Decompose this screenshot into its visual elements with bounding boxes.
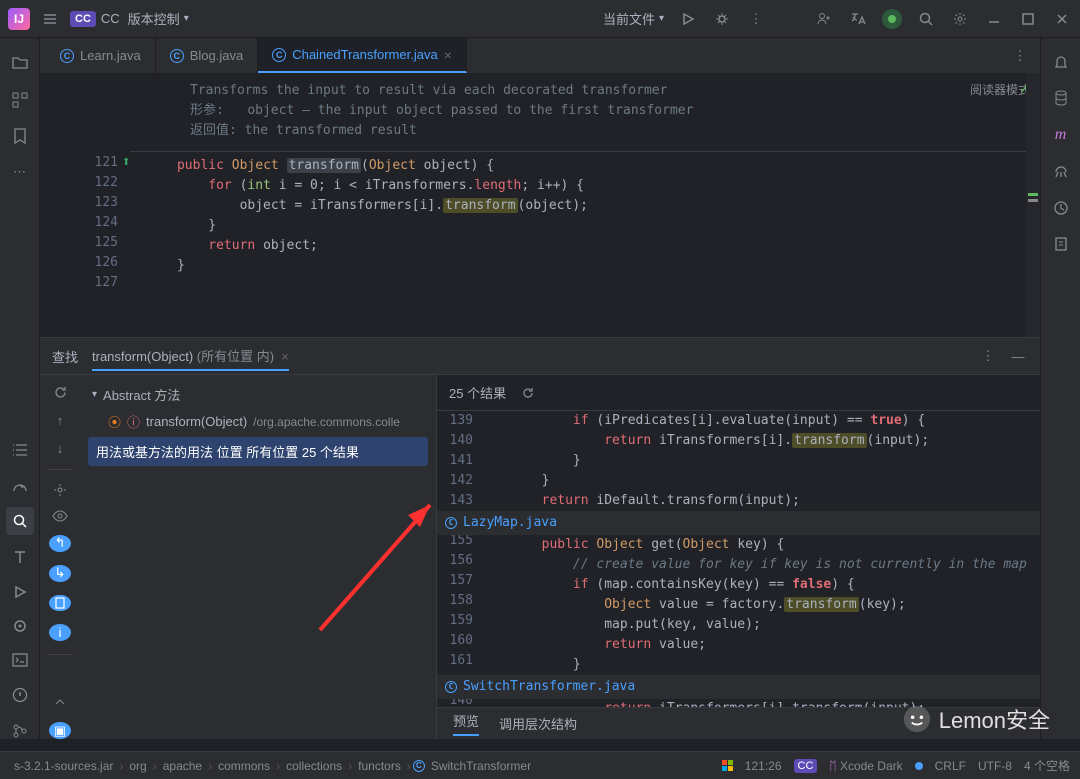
preview-code[interactable]: 139140141142143 155156157158159160161 14… xyxy=(437,411,1040,707)
minimize-icon[interactable] xyxy=(984,9,1004,29)
meter-icon[interactable] xyxy=(12,477,28,493)
tree-method-item[interactable]: ⦿ ⓘ transform(Object) /org.apache.common… xyxy=(80,408,436,435)
close-tab-icon[interactable]: × xyxy=(444,47,452,63)
up-icon[interactable]: ↑ xyxy=(57,413,64,428)
close-icon[interactable] xyxy=(1052,9,1072,29)
tree-selected-summary[interactable]: 用法或基方法的用法 位置 所有位置 25 个结果 xyxy=(88,437,428,466)
git-icon[interactable] xyxy=(12,723,28,739)
preview-tab-hierarchy[interactable]: 调用层次结构 xyxy=(499,714,577,733)
find-tool-icon[interactable] xyxy=(6,507,34,535)
filter-back-icon[interactable]: ↰ xyxy=(49,535,71,552)
status-bar: s-3.2.1-sources.jar› org› apache› common… xyxy=(0,751,1080,779)
java-class-icon: C xyxy=(60,49,74,63)
maven-icon[interactable]: m xyxy=(1055,126,1067,144)
usages-preview: 25 个结果 139140141142143 15515615715815916… xyxy=(436,375,1040,739)
problems-icon[interactable] xyxy=(12,687,28,703)
terminal-icon[interactable] xyxy=(12,653,28,667)
filter-info-icon[interactable]: i xyxy=(49,624,71,641)
text-tool-icon[interactable] xyxy=(13,549,27,565)
breadcrumb[interactable]: s-3.2.1-sources.jar› org› apache› common… xyxy=(10,759,535,773)
find-label: 查找 xyxy=(52,347,78,366)
translate-icon[interactable] xyxy=(848,9,868,29)
refresh-icon[interactable] xyxy=(53,385,68,400)
cursor-position[interactable]: 121:26 xyxy=(745,759,782,773)
preview-file-switchtransformer[interactable]: CSwitchTransformer.java xyxy=(437,675,1040,699)
find-query[interactable]: transform(Object) (所有位置 内) × xyxy=(92,342,289,371)
usages-toolbar: ↑ ↓ ↰ ↳ i ▣ xyxy=(40,375,80,739)
collapse-icon[interactable] xyxy=(53,695,67,709)
tab-learn[interactable]: CLearn.java xyxy=(46,38,156,73)
settings-tool-icon[interactable] xyxy=(53,483,67,497)
preview-tab-preview[interactable]: 预览 xyxy=(453,711,479,736)
eye-icon[interactable] xyxy=(52,510,68,522)
tab-more-icon[interactable]: ⋮ xyxy=(1010,46,1030,66)
right-tool-column: m xyxy=(1040,38,1080,739)
add-user-icon[interactable] xyxy=(814,9,834,29)
windows-icon[interactable] xyxy=(722,760,733,771)
run-icon[interactable] xyxy=(678,9,698,29)
usages-panel: ↑ ↓ ↰ ↳ i ▣ ▾Abstract 方法 ⦿ ⓘ transf xyxy=(40,375,1040,739)
method-icon: ⦿ xyxy=(108,412,121,431)
refresh-results-icon[interactable] xyxy=(518,383,538,403)
code-content[interactable]: Transforms the input to result via each … xyxy=(130,73,1040,337)
find-hide-icon[interactable]: — xyxy=(1008,346,1028,366)
encoding[interactable]: UTF-8 xyxy=(978,759,1012,773)
tab-blog[interactable]: CBlog.java xyxy=(156,38,258,73)
left-tool-column: ⋯ xyxy=(0,38,40,739)
project-name: CC xyxy=(101,11,120,26)
preview-toggle-icon[interactable]: ▣ xyxy=(49,722,71,739)
javadoc: Transforms the input to result via each … xyxy=(130,73,1040,149)
debug-icon[interactable] xyxy=(712,9,732,29)
activity-icon[interactable] xyxy=(1053,200,1069,216)
debug-tool-icon[interactable] xyxy=(13,619,27,633)
database-icon[interactable] xyxy=(1054,90,1068,106)
find-more-icon[interactable]: ⋮ xyxy=(978,346,998,366)
search-icon[interactable] xyxy=(916,9,936,29)
preview-file-lazymap[interactable]: CLazyMap.java xyxy=(437,511,1040,535)
more-tools-icon[interactable]: ⋯ xyxy=(13,164,26,180)
learn-icon[interactable] xyxy=(1054,236,1068,252)
more-icon[interactable]: ⋮ xyxy=(746,9,766,29)
cc-badge[interactable]: CC xyxy=(794,759,818,773)
hamburger-icon[interactable] xyxy=(40,9,60,29)
vcs-dropdown[interactable]: 版本控制 ▾ xyxy=(128,9,189,28)
current-file-dropdown[interactable]: 当前文件 ▾ xyxy=(603,9,664,28)
ide-logo: IJ xyxy=(8,8,30,30)
gutter: 121 122 123 124 125 126 127 xyxy=(40,73,130,337)
expand-icon[interactable] xyxy=(53,668,67,682)
filter-file-icon[interactable] xyxy=(49,595,71,612)
status-indicator-icon xyxy=(915,762,923,770)
filter-down-icon[interactable]: ↳ xyxy=(49,565,71,582)
notifications-icon[interactable] xyxy=(1053,54,1069,70)
find-panel: 查找 transform(Object) (所有位置 内) × ⋮ — xyxy=(40,337,1040,375)
status-dot-icon[interactable] xyxy=(882,9,902,29)
maximize-icon[interactable] xyxy=(1018,9,1038,29)
java-class-icon: C xyxy=(272,48,286,62)
usages-tree: ▾Abstract 方法 ⦿ ⓘ transform(Object) /org.… xyxy=(80,375,436,739)
java-class-icon: C xyxy=(170,49,184,63)
list-icon[interactable] xyxy=(12,443,28,457)
project-icon[interactable] xyxy=(11,54,29,72)
settings-icon[interactable] xyxy=(950,9,970,29)
tab-chainedtransformer[interactable]: CChainedTransformer.java× xyxy=(258,38,467,73)
tree-header[interactable]: ▾Abstract 方法 xyxy=(80,381,436,408)
project-badge: CC xyxy=(70,11,96,27)
editor-scrollbar[interactable] xyxy=(1026,73,1040,337)
down-icon[interactable]: ↓ xyxy=(57,441,64,456)
theme-status[interactable]: ᛖ Xcode Dark xyxy=(829,759,902,773)
editor-tabs: CLearn.java CBlog.java CChainedTransform… xyxy=(40,38,1040,73)
bookmark-icon[interactable] xyxy=(13,128,27,144)
editor-area: 阅读器模式 ✓ 121 122 123 124 125 126 127 ⬆ Tr… xyxy=(40,73,1040,337)
line-separator[interactable]: CRLF xyxy=(935,759,966,773)
structure-icon[interactable] xyxy=(12,92,28,108)
preview-tabs: 预览 调用层次结构 xyxy=(437,707,1040,739)
play-tool-icon[interactable] xyxy=(13,585,27,599)
title-bar: IJ CC CC 版本控制 ▾ 当前文件 ▾ ⋮ xyxy=(0,0,1080,38)
indent[interactable]: 4 个空格 xyxy=(1024,757,1070,774)
gradle-icon[interactable] xyxy=(1053,164,1069,180)
results-count: 25 个结果 xyxy=(449,383,506,402)
